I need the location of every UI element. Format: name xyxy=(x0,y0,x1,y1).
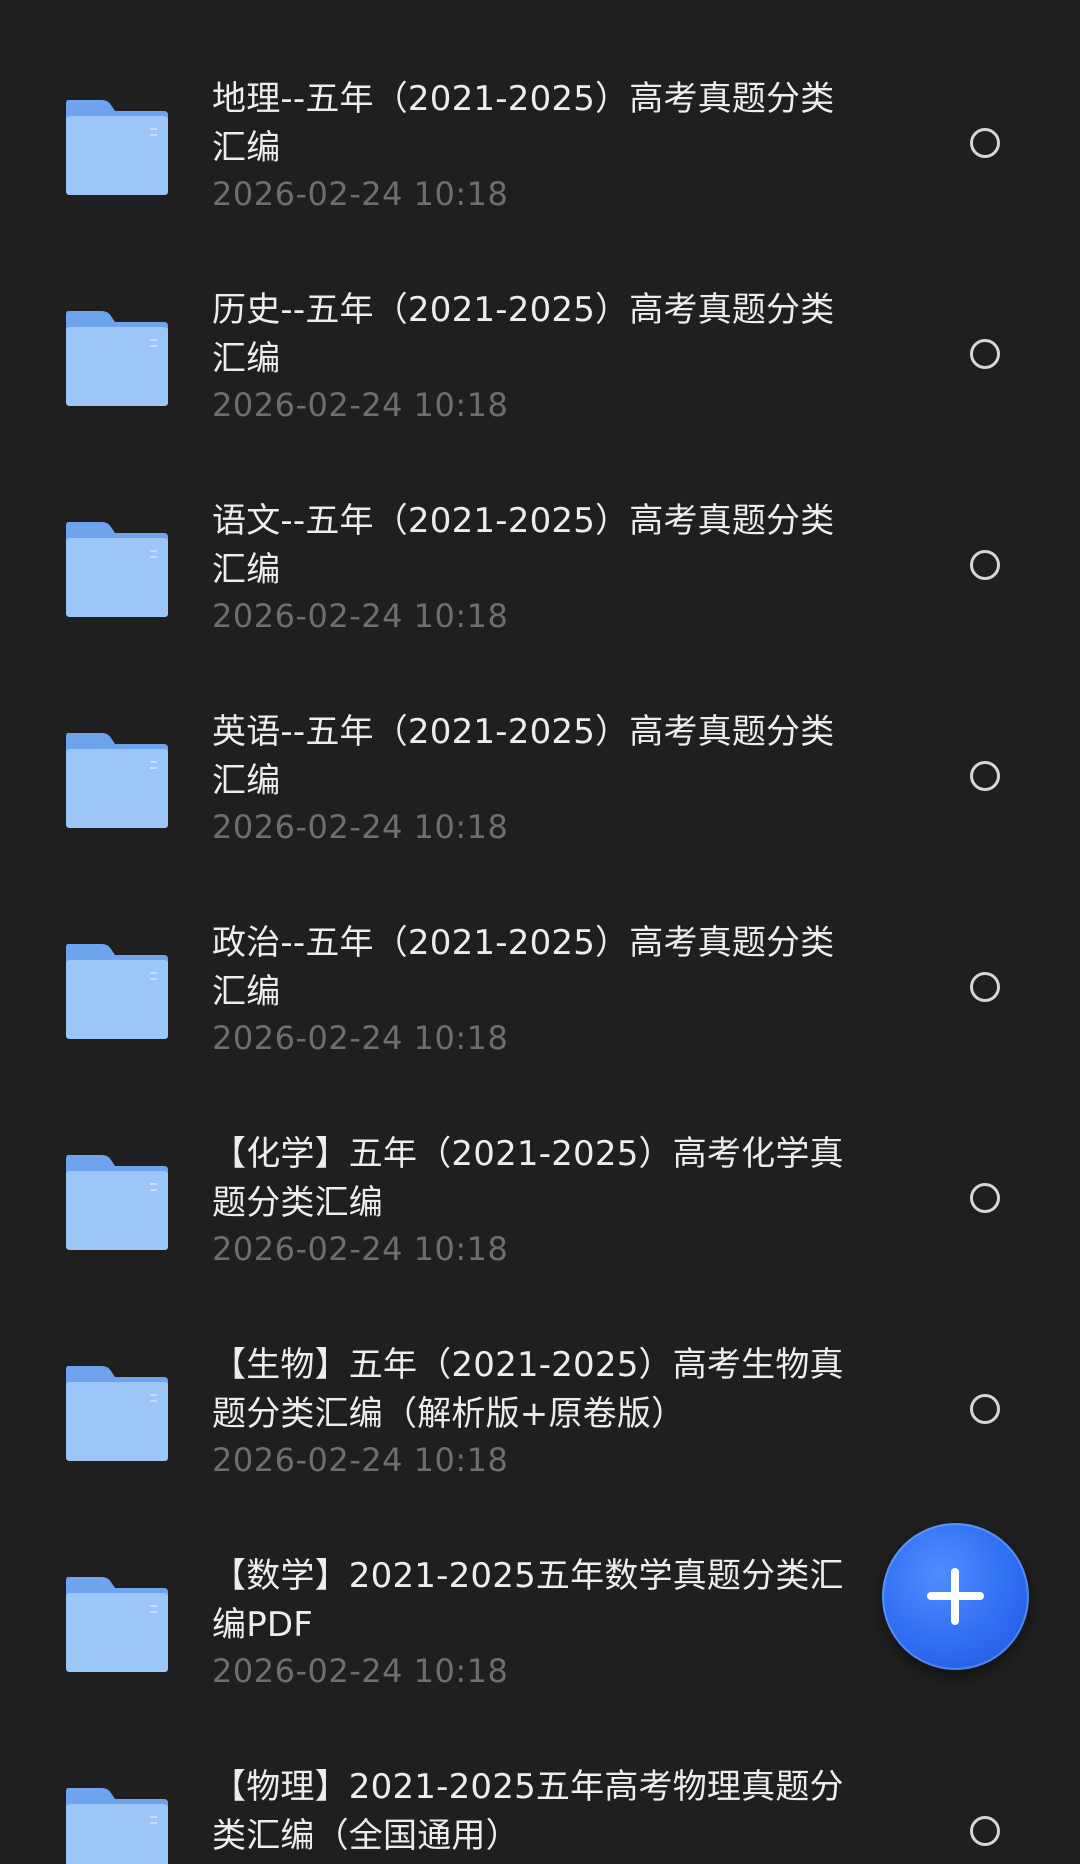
list-item[interactable]: 【化学】五年（2021-2025）高考化学真题分类汇编 2026-02-24 1… xyxy=(0,1055,1080,1268)
list-item[interactable]: 【生物】五年（2021-2025）高考生物真题分类汇编（解析版+原卷版） 202… xyxy=(0,1266,1080,1479)
folder-icon xyxy=(64,309,170,407)
list-item[interactable]: 政治--五年（2021-2025）高考真题分类汇编 2026-02-24 10:… xyxy=(0,844,1080,1057)
file-date: 2026-02-24 10:18 xyxy=(212,1652,509,1690)
radio-unchecked-icon[interactable] xyxy=(970,972,1000,1002)
file-name: 语文--五年（2021-2025）高考真题分类汇编 xyxy=(212,501,835,590)
folder-icon xyxy=(64,1364,170,1462)
folder-icon xyxy=(64,520,170,618)
file-name: 【生物】五年（2021-2025）高考生物真题分类汇编（解析版+原卷版） xyxy=(212,1345,844,1434)
folder-icon xyxy=(64,1786,170,1864)
list-item[interactable]: 语文--五年（2021-2025）高考真题分类汇编 2026-02-24 10:… xyxy=(0,422,1080,635)
folder-icon xyxy=(64,98,170,196)
folder-icon xyxy=(64,1575,170,1673)
file-name: 历史--五年（2021-2025）高考真题分类汇编 xyxy=(212,290,835,379)
file-name: 【物理】2021-2025五年高考物理真题分类汇编（全国通用） xyxy=(212,1767,844,1856)
folder-icon xyxy=(64,1153,170,1251)
file-date: 2026-02-24 10:18 xyxy=(212,808,509,846)
file-date: 2026-02-24 10:18 xyxy=(212,1230,509,1268)
radio-unchecked-icon[interactable] xyxy=(970,761,1000,791)
folder-icon xyxy=(64,942,170,1040)
folder-icon xyxy=(64,731,170,829)
file-name: 【数学】2021-2025五年数学真题分类汇编PDF xyxy=(212,1556,844,1645)
file-name: 地理--五年（2021-2025）高考真题分类汇编 xyxy=(212,79,835,168)
file-date: 2026-02-24 10:18 xyxy=(212,1019,509,1057)
list-item[interactable]: 英语--五年（2021-2025）高考真题分类汇编 2026-02-24 10:… xyxy=(0,633,1080,846)
list-item[interactable]: 地理--五年（2021-2025）高考真题分类汇编 2026-02-24 10:… xyxy=(0,0,1080,213)
file-name: 政治--五年（2021-2025）高考真题分类汇编 xyxy=(212,923,835,1012)
file-date: 2026-02-24 10:18 xyxy=(212,175,509,213)
file-name: 【化学】五年（2021-2025）高考化学真题分类汇编 xyxy=(212,1134,844,1223)
radio-unchecked-icon[interactable] xyxy=(970,1816,1000,1846)
radio-unchecked-icon[interactable] xyxy=(970,1183,1000,1213)
radio-unchecked-icon[interactable] xyxy=(970,550,1000,580)
file-date: 2026-02-24 10:18 xyxy=(212,597,509,635)
add-button[interactable] xyxy=(882,1523,1029,1670)
radio-unchecked-icon[interactable] xyxy=(970,339,1000,369)
file-date: 2026-02-24 10:18 xyxy=(212,1441,509,1479)
list-item[interactable]: 【物理】2021-2025五年高考物理真题分类汇编（全国通用） xyxy=(0,1688,1080,1864)
list-item[interactable]: 历史--五年（2021-2025）高考真题分类汇编 2026-02-24 10:… xyxy=(0,211,1080,424)
file-date: 2026-02-24 10:18 xyxy=(212,386,509,424)
radio-unchecked-icon[interactable] xyxy=(970,128,1000,158)
radio-unchecked-icon[interactable] xyxy=(970,1394,1000,1424)
file-name: 英语--五年（2021-2025）高考真题分类汇编 xyxy=(212,712,835,801)
